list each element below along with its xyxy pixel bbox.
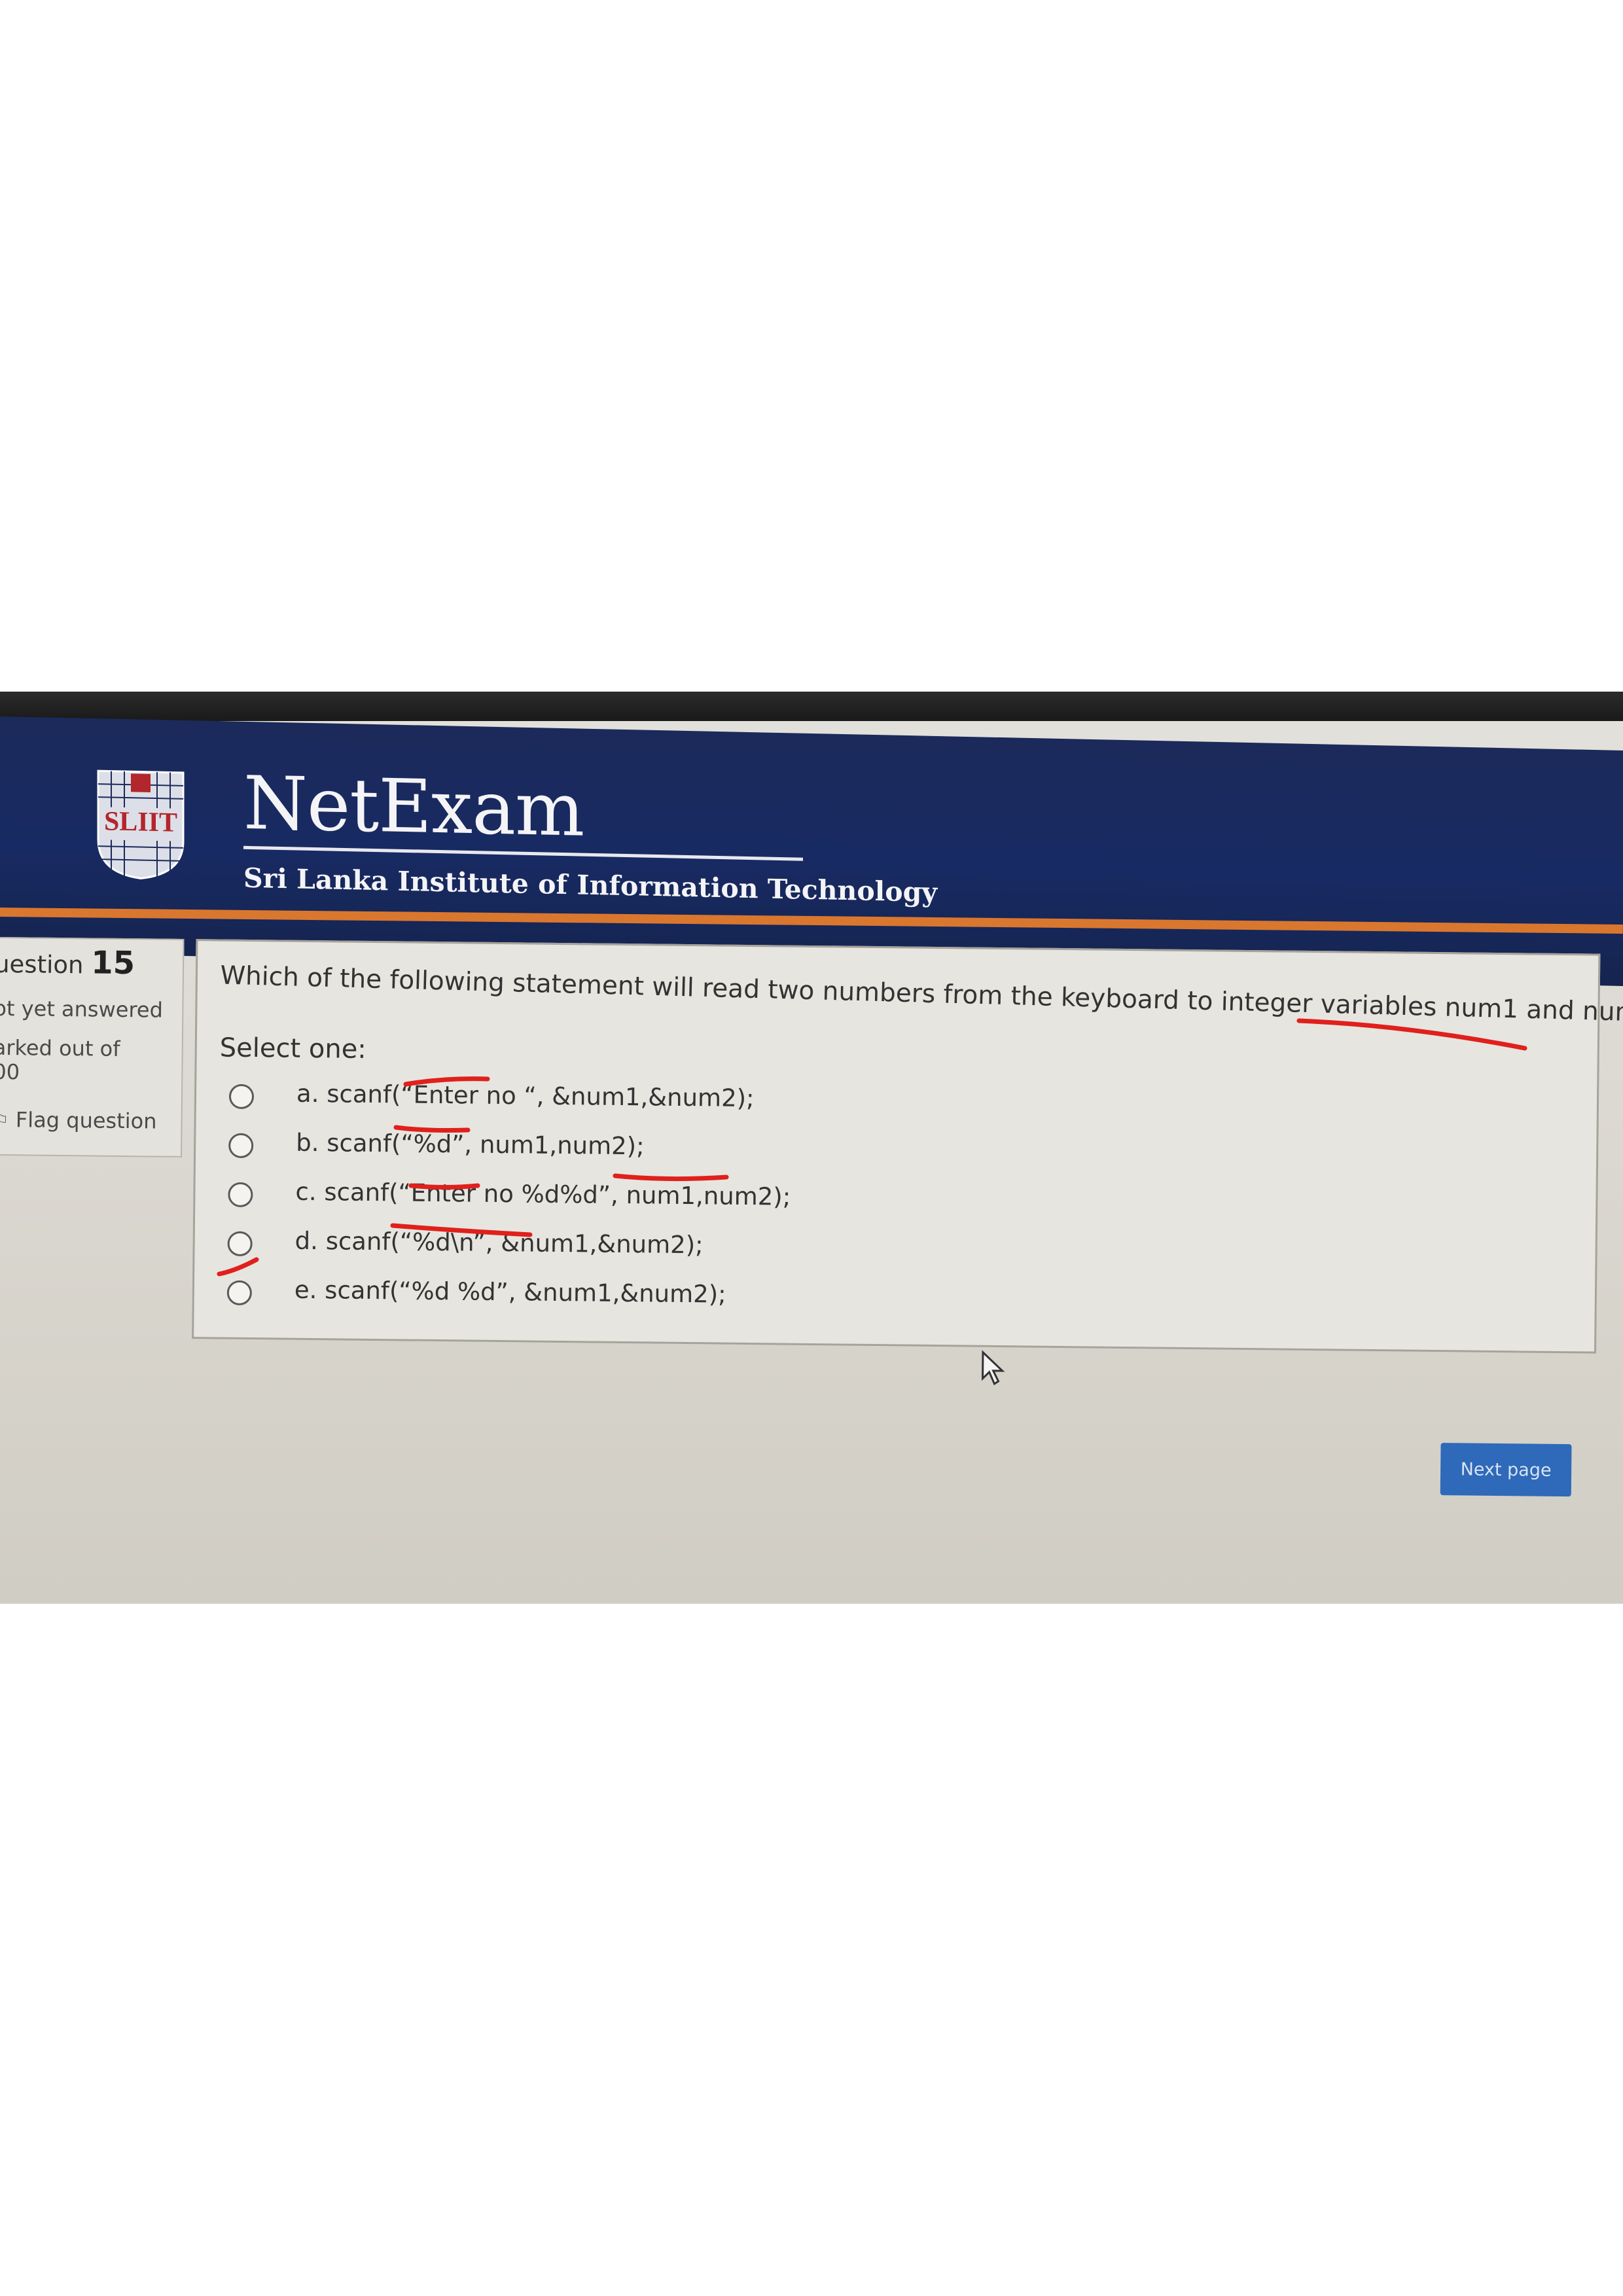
radio-button[interactable] — [228, 1182, 253, 1208]
radio-button[interactable] — [227, 1231, 253, 1257]
select-one-label: Select one: — [219, 1033, 367, 1065]
flag-question-label: Flag question — [15, 1107, 157, 1134]
question-label-text: uestion — [0, 949, 84, 980]
marked-out-of-label: arked out of — [0, 1034, 120, 1061]
logo-text: SLIIT — [104, 806, 177, 838]
flag-question-link[interactable]: ⚐ Flag question — [0, 1107, 157, 1134]
answer-option-b[interactable]: b. scanf(“%d”, num1,num2); — [228, 1128, 645, 1167]
flag-icon: ⚐ — [0, 1109, 9, 1132]
brand-title: NetExam — [243, 760, 584, 853]
next-page-button[interactable]: Next page — [1440, 1443, 1572, 1497]
photo-frame: SLIIT NetExam Sri Lanka Institute of Inf… — [0, 692, 1623, 1604]
radio-button[interactable] — [226, 1280, 253, 1306]
question-text: Which of the following statement will re… — [219, 961, 1623, 1029]
option-label: e. scanf(“%d %d”, &num1,&num2); — [294, 1275, 726, 1309]
option-label: a. scanf(“Enter no “, &num1,&num2); — [296, 1079, 755, 1113]
answer-option-d[interactable]: d. scanf(“%d\n”, &num1,&num2); — [227, 1226, 704, 1265]
question-status: ot yet answered — [0, 995, 164, 1023]
option-label: c. scanf(“Enter no %d%d”, num1,num2); — [295, 1177, 791, 1211]
mouse-cursor-icon — [982, 1350, 1005, 1386]
radio-button[interactable] — [228, 1133, 254, 1159]
main-content: uestion 15 ot yet answered arked out of … — [0, 908, 1623, 1604]
answer-option-e[interactable]: e. scanf(“%d %d”, &num1,&num2); — [226, 1275, 726, 1315]
monitor-bezel — [0, 692, 1623, 721]
brand-subtitle: Sri Lanka Institute of Information Techn… — [243, 862, 938, 908]
option-label: b. scanf(“%d”, num1,num2); — [296, 1128, 645, 1161]
question-marks: 00 — [0, 1059, 20, 1085]
answer-option-a[interactable]: a. scanf(“Enter no “, &num1,&num2); — [228, 1079, 755, 1118]
radio-button[interactable] — [228, 1084, 255, 1110]
question-panel: Which of the following statement will re… — [192, 939, 1623, 1354]
question-number-label: uestion 15 — [0, 944, 135, 981]
option-label: d. scanf(“%d\n”, &num1,&num2); — [294, 1226, 704, 1260]
question-info-panel: uestion 15 ot yet answered arked out of … — [0, 936, 185, 1157]
question-number: 15 — [90, 944, 135, 982]
sliit-logo: SLIIT — [97, 769, 185, 880]
